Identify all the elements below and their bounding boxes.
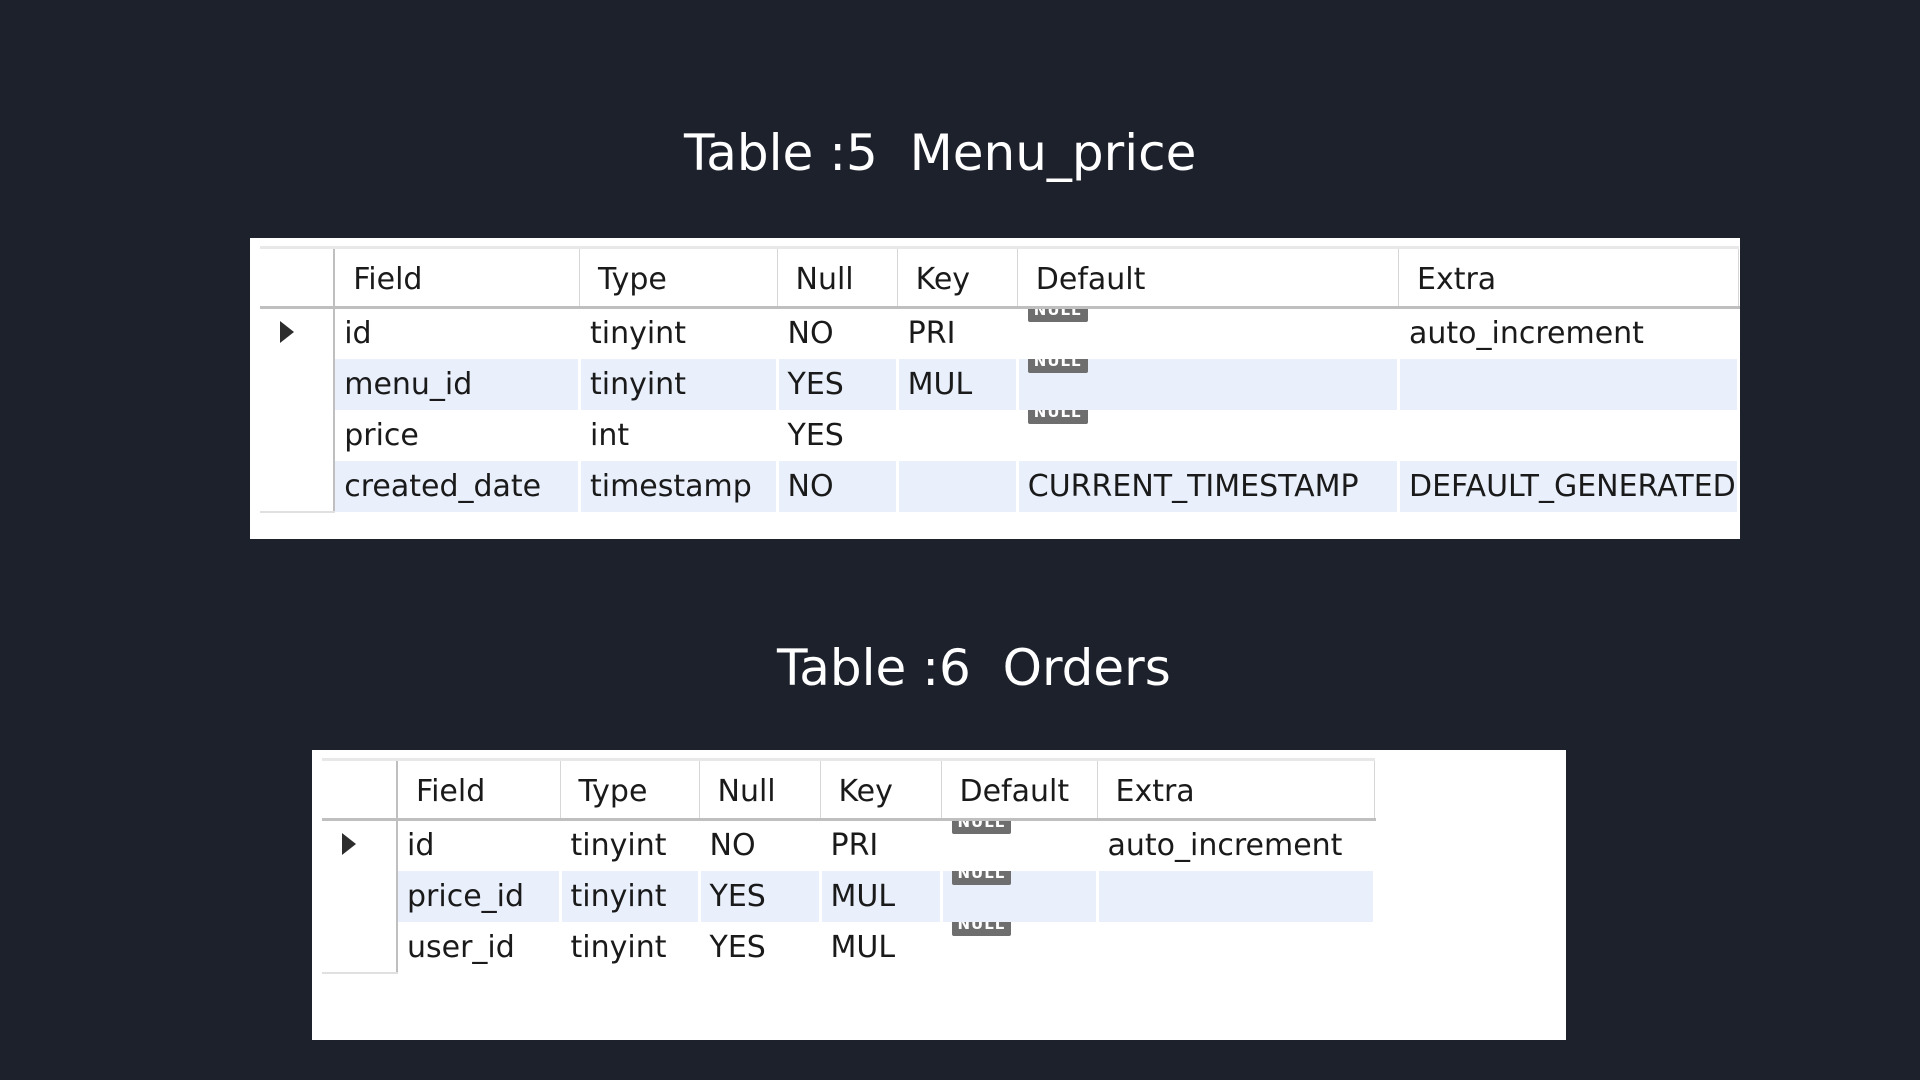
cell-default[interactable]: CURRENT_TIMESTAMP: [1017, 460, 1401, 512]
cell-default[interactable]: NULL: [941, 921, 1099, 973]
cell-field[interactable]: user_id: [397, 921, 562, 973]
table-row[interactable]: user_id tinyint YES MUL NULL: [322, 921, 1376, 974]
cell-null[interactable]: YES: [777, 358, 899, 410]
cell-null[interactable]: YES: [699, 921, 822, 973]
cell-type[interactable]: tinyint: [560, 870, 701, 922]
column-header-key[interactable]: Key: [897, 246, 1018, 309]
cell-key[interactable]: MUL: [820, 870, 943, 922]
cell-key[interactable]: [897, 409, 1019, 461]
column-header-type[interactable]: Type: [560, 758, 700, 821]
row-selector[interactable]: [322, 870, 398, 922]
cell-extra[interactable]: [1398, 358, 1740, 410]
null-badge: NULL: [1027, 409, 1088, 424]
cell-type[interactable]: int: [579, 409, 779, 461]
cell-extra[interactable]: [1097, 921, 1376, 973]
triangle-right-icon: [342, 833, 356, 856]
cell-type[interactable]: timestamp: [579, 460, 779, 512]
cell-default[interactable]: NULL: [1017, 409, 1401, 461]
cell-default[interactable]: NULL: [941, 819, 1099, 871]
cell-field[interactable]: id: [334, 307, 581, 359]
cell-field[interactable]: price: [334, 409, 581, 461]
cell-extra[interactable]: auto_increment: [1097, 819, 1376, 871]
table-row[interactable]: price int YES NULL: [260, 409, 1740, 461]
column-header-default[interactable]: Default: [941, 758, 1098, 821]
row-selector[interactable]: [260, 460, 336, 513]
cell-type[interactable]: tinyint: [560, 819, 701, 871]
cell-null[interactable]: YES: [699, 870, 822, 922]
orders-result-panel: Field Type Null Key Default Extra id tin…: [312, 750, 1566, 1040]
cell-extra[interactable]: [1398, 409, 1740, 461]
menu-price-result-grid: Field Type Null Key Default Extra id tin…: [260, 246, 1740, 513]
cell-extra[interactable]: auto_increment: [1398, 307, 1740, 359]
cell-null[interactable]: YES: [777, 409, 899, 461]
cell-key[interactable]: PRI: [820, 819, 943, 871]
cell-default[interactable]: NULL: [941, 870, 1099, 922]
null-badge: NULL: [1027, 358, 1088, 373]
null-badge: NULL: [951, 921, 1012, 936]
header-row: Field Type Null Key Default Extra: [260, 246, 1739, 309]
column-header-field[interactable]: Field: [397, 758, 561, 821]
header-row: Field Type Null Key Default Extra: [322, 758, 1375, 821]
null-badge: NULL: [951, 819, 1012, 835]
column-header-key[interactable]: Key: [820, 758, 942, 821]
cell-default[interactable]: NULL: [1017, 358, 1401, 410]
cell-null[interactable]: NO: [777, 460, 899, 512]
orders-title: Table :6 Orders: [777, 639, 1171, 697]
row-selector[interactable]: [260, 307, 336, 359]
cell-key[interactable]: PRI: [897, 307, 1019, 359]
triangle-right-icon: [280, 321, 294, 344]
column-header-default[interactable]: Default: [1017, 246, 1400, 309]
corner-cell: [322, 758, 398, 821]
cell-key[interactable]: MUL: [820, 921, 943, 973]
column-header-null[interactable]: Null: [699, 758, 821, 821]
column-header-field[interactable]: Field: [334, 246, 580, 309]
row-selector[interactable]: [322, 819, 398, 871]
menu-price-title: Table :5 Menu_price: [684, 124, 1197, 182]
column-header-extra[interactable]: Extra: [1398, 246, 1739, 309]
cell-type[interactable]: tinyint: [560, 921, 701, 973]
cell-key[interactable]: [897, 460, 1019, 512]
cell-field[interactable]: id: [397, 819, 562, 871]
cell-extra[interactable]: DEFAULT_GENERATED: [1398, 460, 1740, 512]
table-row[interactable]: id tinyint NO PRI NULL auto_increment: [260, 307, 1740, 359]
column-header-extra[interactable]: Extra: [1097, 758, 1375, 821]
cell-extra[interactable]: [1097, 870, 1376, 922]
orders-result-grid: Field Type Null Key Default Extra id tin…: [322, 758, 1376, 974]
slide: Table :5 Menu_price Field Type Null Key: [0, 0, 1920, 1080]
null-badge: NULL: [1027, 307, 1088, 323]
cell-type[interactable]: tinyint: [579, 307, 779, 359]
cell-default[interactable]: NULL: [1017, 307, 1401, 359]
cell-null[interactable]: NO: [777, 307, 899, 359]
row-selector[interactable]: [322, 921, 398, 974]
column-header-null[interactable]: Null: [777, 246, 898, 309]
cell-type[interactable]: tinyint: [579, 358, 779, 410]
cell-null[interactable]: NO: [699, 819, 822, 871]
corner-cell: [260, 246, 336, 309]
cell-key[interactable]: MUL: [897, 358, 1019, 410]
menu-price-result-panel: Field Type Null Key Default Extra id tin…: [250, 238, 1740, 539]
cell-field[interactable]: created_date: [334, 460, 581, 512]
row-selector[interactable]: [260, 409, 336, 461]
table-row[interactable]: menu_id tinyint YES MUL NULL: [260, 358, 1740, 410]
cell-field[interactable]: price_id: [397, 870, 562, 922]
row-selector[interactable]: [260, 358, 336, 410]
table-row[interactable]: created_date timestamp NO CURRENT_TIMEST…: [260, 460, 1740, 513]
table-row[interactable]: price_id tinyint YES MUL NULL: [322, 870, 1376, 922]
column-header-type[interactable]: Type: [579, 246, 778, 309]
table-row[interactable]: id tinyint NO PRI NULL auto_increment: [322, 819, 1376, 871]
null-badge: NULL: [951, 870, 1012, 885]
cell-field[interactable]: menu_id: [334, 358, 581, 410]
